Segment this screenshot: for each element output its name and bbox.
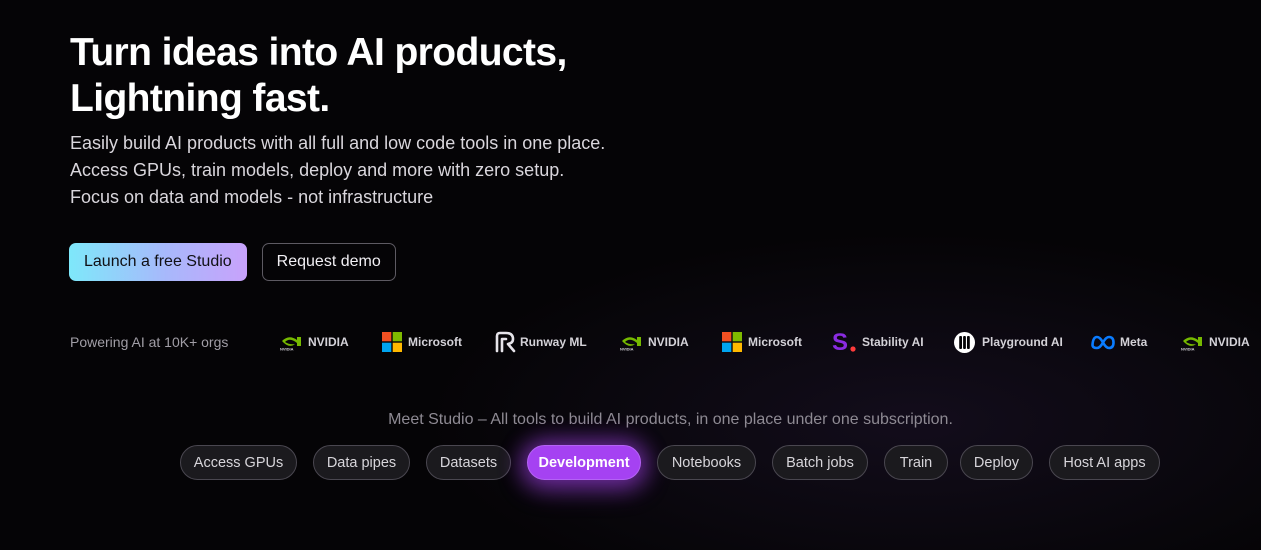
subtitle-line-2: Access GPUs, train models, deploy and mo… (70, 160, 565, 180)
logo-meta: Meta (1090, 328, 1147, 356)
tab-access-gpus[interactable]: Access GPUs (180, 445, 297, 480)
hero-subtitle: Easily build AI products with all full a… (70, 130, 770, 211)
logo-label: Playground AI (982, 335, 1063, 349)
background-glow (420, 230, 1261, 550)
logo-label: Meta (1120, 335, 1148, 349)
logo-label: NVIDIA (648, 335, 689, 349)
logo-nvidia: NVIDIA NVIDIA (280, 328, 349, 356)
meta-icon (1091, 335, 1115, 350)
tab-development[interactable]: Development (527, 445, 641, 480)
tab-data-pipes[interactable]: Data pipes (313, 445, 410, 480)
logo-microsoft: Microsoft (722, 328, 802, 356)
tab-deploy[interactable]: Deploy (960, 445, 1033, 480)
svg-text:S: S (832, 330, 848, 354)
nvidia-icon: NVIDIA (1181, 337, 1202, 352)
logo-label: Microsoft (408, 335, 462, 349)
logo-label: Runway ML (520, 335, 587, 349)
subtitle-line-3: Focus on data and models - not infrastru… (70, 187, 434, 207)
logo-playground: Playground AI (953, 328, 1063, 356)
studio-feature-tabs: Access GPUs Data pipes Datasets Developm… (180, 445, 1180, 480)
request-demo-button[interactable]: Request demo (261, 243, 396, 281)
logo-runway: Runway ML (494, 328, 587, 356)
logo-label: Microsoft (748, 335, 802, 349)
svg-text:NVIDIA: NVIDIA (1181, 347, 1195, 352)
logo-microsoft: Microsoft (382, 328, 462, 356)
microsoft-icon (722, 332, 742, 352)
svg-text:NVIDIA: NVIDIA (620, 347, 634, 352)
tab-batch-jobs[interactable]: Batch jobs (772, 445, 868, 480)
playground-icon (954, 331, 975, 353)
customer-logos: NVIDIA NVIDIA Microsoft Runway ML NVIDIA… (280, 328, 1261, 356)
hero-section: Turn ideas into AI products, Lightning f… (70, 30, 770, 211)
tab-datasets[interactable]: Datasets (426, 445, 511, 480)
nvidia-icon: NVIDIA (280, 337, 301, 352)
headline-line-2: Lightning fast. (70, 77, 330, 120)
logo-stability: S Stability AI (832, 328, 924, 356)
logo-label: NVIDIA (1209, 335, 1250, 349)
headline-line-1: Turn ideas into AI products, (70, 31, 567, 74)
logo-label: Stability AI (862, 335, 924, 349)
nvidia-icon: NVIDIA (620, 337, 641, 352)
hero-headline: Turn ideas into AI products, Lightning f… (70, 30, 770, 122)
logo-nvidia: NVIDIA NVIDIA (1181, 328, 1250, 356)
svg-text:NVIDIA: NVIDIA (280, 347, 294, 352)
powering-text: Powering AI at 10K+ orgs (70, 334, 229, 350)
launch-studio-button[interactable]: Launch a free Studio (69, 243, 247, 281)
microsoft-icon (382, 332, 402, 352)
tab-notebooks[interactable]: Notebooks (657, 445, 756, 480)
tab-host-ai-apps[interactable]: Host AI apps (1049, 445, 1160, 480)
runway-icon (495, 331, 516, 353)
studio-tagline: Meet Studio – All tools to build AI prod… (388, 411, 953, 428)
subtitle-line-1: Easily build AI products with all full a… (70, 133, 606, 153)
logo-label: NVIDIA (308, 335, 349, 349)
cta-group: Launch a free Studio Request demo (69, 243, 396, 281)
tab-train[interactable]: Train (884, 445, 948, 480)
stability-icon: S (832, 330, 856, 354)
logo-nvidia: NVIDIA NVIDIA (620, 328, 689, 356)
